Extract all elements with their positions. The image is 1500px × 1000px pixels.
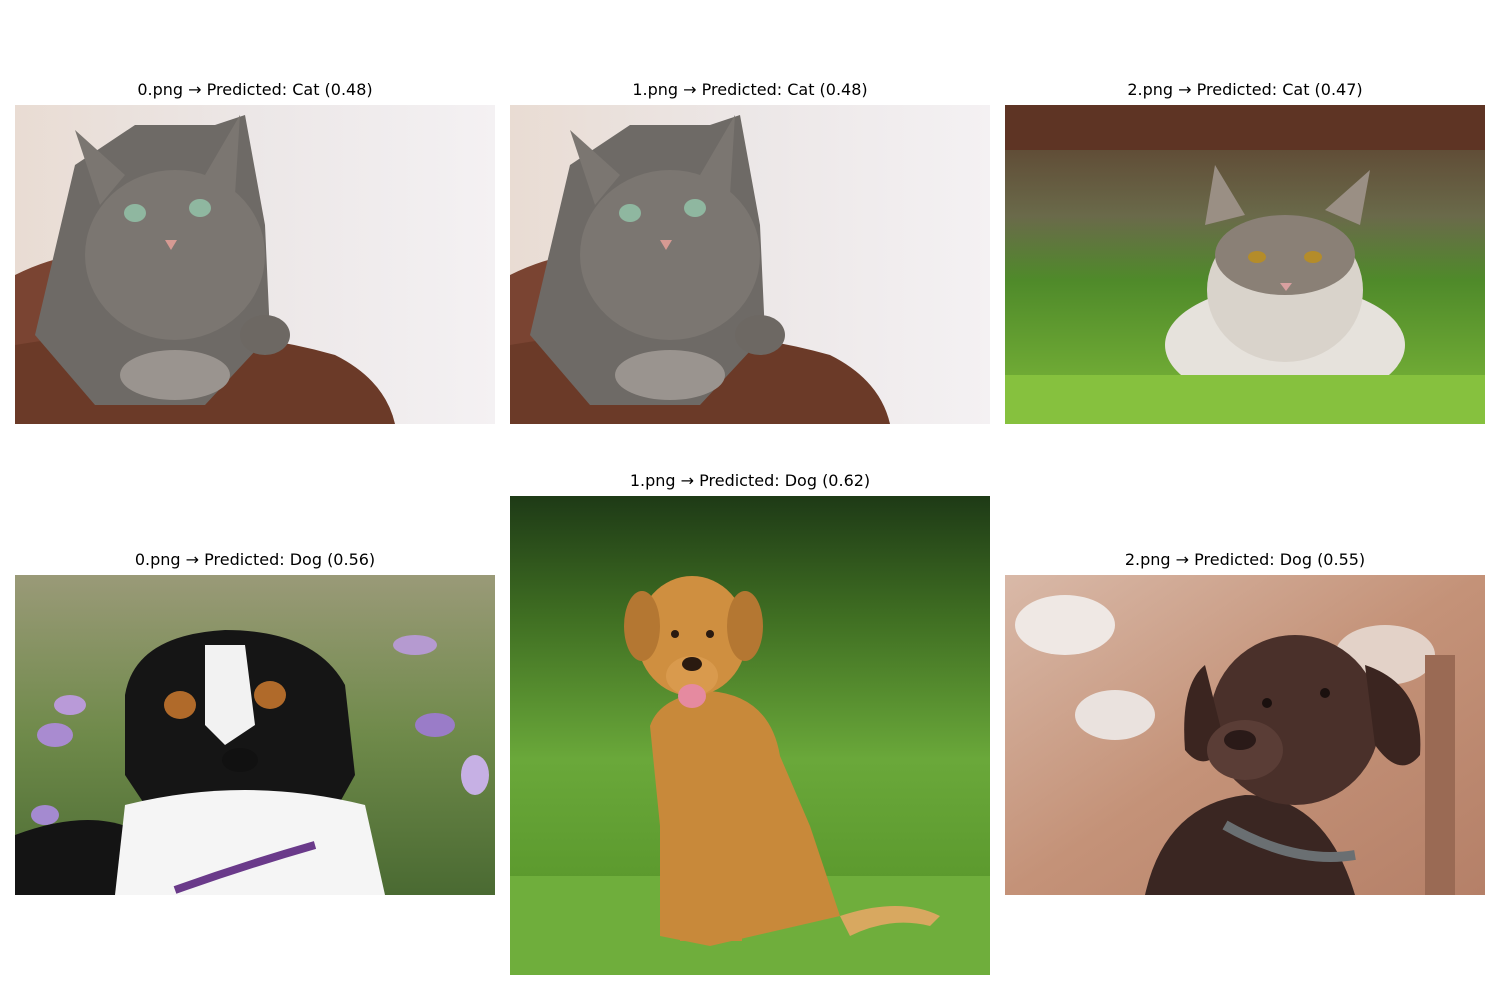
golden-retriever-on-grass-photo [510,496,990,975]
tabby-cat-photo [15,105,495,424]
white-cat-in-grass-photo [1005,105,1485,424]
tabby-cat-photo [510,105,990,424]
tricolor-dog-in-flowers-photo [15,575,495,895]
panel-caption: 0.png → Predicted: Cat (0.48) [137,80,373,99]
panel-caption: 1.png → Predicted: Cat (0.48) [632,80,868,99]
panel-caption: 1.png → Predicted: Dog (0.62) [629,471,871,490]
panel-caption: 0.png → Predicted: Dog (0.56) [134,550,376,569]
prediction-grid: { "panels": [ {"caption": "0.png → Predi… [0,0,1500,1000]
chocolate-labrador-photo [1005,575,1485,895]
panel-caption: 2.png → Predicted: Cat (0.47) [1127,80,1363,99]
panel-caption: 2.png → Predicted: Dog (0.55) [1124,550,1366,569]
